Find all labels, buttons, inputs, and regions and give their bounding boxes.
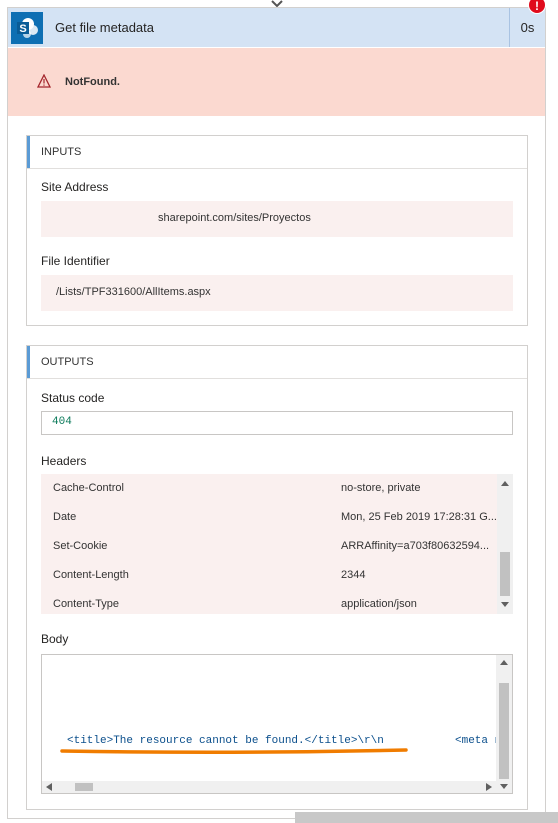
body-label: Body <box>41 632 69 646</box>
action-header[interactable]: S Get file metadata 0s <box>8 8 545 47</box>
header-value: Mon, 25 Feb 2019 17:28:31 G... <box>341 511 497 523</box>
highlight-underline-annotation <box>60 748 408 755</box>
site-address-label: Site Address <box>41 180 109 194</box>
inputs-section: INPUTS Site Address sharepoint.com/sites… <box>26 135 528 326</box>
sharepoint-icon: S <box>11 12 43 44</box>
headers-table[interactable]: Cache-Control no-store, private Date Mon… <box>41 474 513 614</box>
file-identifier-label: File Identifier <box>41 254 110 268</box>
svg-text:S: S <box>19 23 26 35</box>
status-code-label: Status code <box>41 391 105 405</box>
file-identifier-value: /Lists/TPF331600/AllItems.aspx <box>41 275 513 311</box>
action-card: S Get file metadata 0s NotFound. INPUTS … <box>7 7 546 819</box>
headers-row: Cache-Control no-store, private <box>41 474 496 503</box>
body-content-box[interactable]: <title>The resource cannot be found.</ti… <box>41 654 513 794</box>
headers-label: Headers <box>41 454 87 468</box>
body-code-line-tail: <meta n <box>455 735 502 747</box>
action-title: Get file metadata <box>55 20 154 35</box>
outputs-section: OUTPUTS Status code 404 Headers Cache-Co… <box>26 345 528 810</box>
outputs-section-header[interactable]: OUTPUTS <box>27 346 527 379</box>
status-code-value: 404 <box>41 411 513 435</box>
body-vertical-scrollbar[interactable] <box>496 655 512 793</box>
headers-vertical-scrollbar[interactable] <box>497 474 513 614</box>
warning-icon <box>37 74 51 88</box>
header-key: Set-Cookie <box>53 540 108 552</box>
header-key: Date <box>53 511 77 523</box>
inputs-section-title: INPUTS <box>41 146 82 158</box>
header-value: no-store, private <box>341 482 421 494</box>
header-key: Cache-Control <box>53 482 124 494</box>
header-key: Content-Length <box>53 569 129 581</box>
headers-row: Content-Type application/json <box>41 590 496 614</box>
inputs-section-header[interactable]: INPUTS <box>27 136 527 169</box>
header-value: application/json <box>341 598 417 610</box>
headers-row: Date Mon, 25 Feb 2019 17:28:31 G... <box>41 503 497 532</box>
header-value: 2344 <box>341 569 366 581</box>
error-banner: NotFound. <box>8 48 545 116</box>
page-horizontal-scrollbar[interactable] <box>295 812 558 823</box>
error-message: NotFound. <box>65 76 120 88</box>
headers-row: Content-Length 2344 <box>41 561 496 590</box>
header-value: ARRAffinity=a703f80632594... <box>341 540 490 552</box>
outputs-section-title: OUTPUTS <box>41 356 94 368</box>
header-key: Content-Type <box>53 598 120 610</box>
body-horizontal-scrollbar[interactable] <box>42 781 496 793</box>
site-address-value: sharepoint.com/sites/Proyectos <box>41 201 513 237</box>
headers-row: Set-Cookie ARRAffinity=a703f80632594... <box>41 532 496 561</box>
action-duration: 0s <box>509 8 545 47</box>
